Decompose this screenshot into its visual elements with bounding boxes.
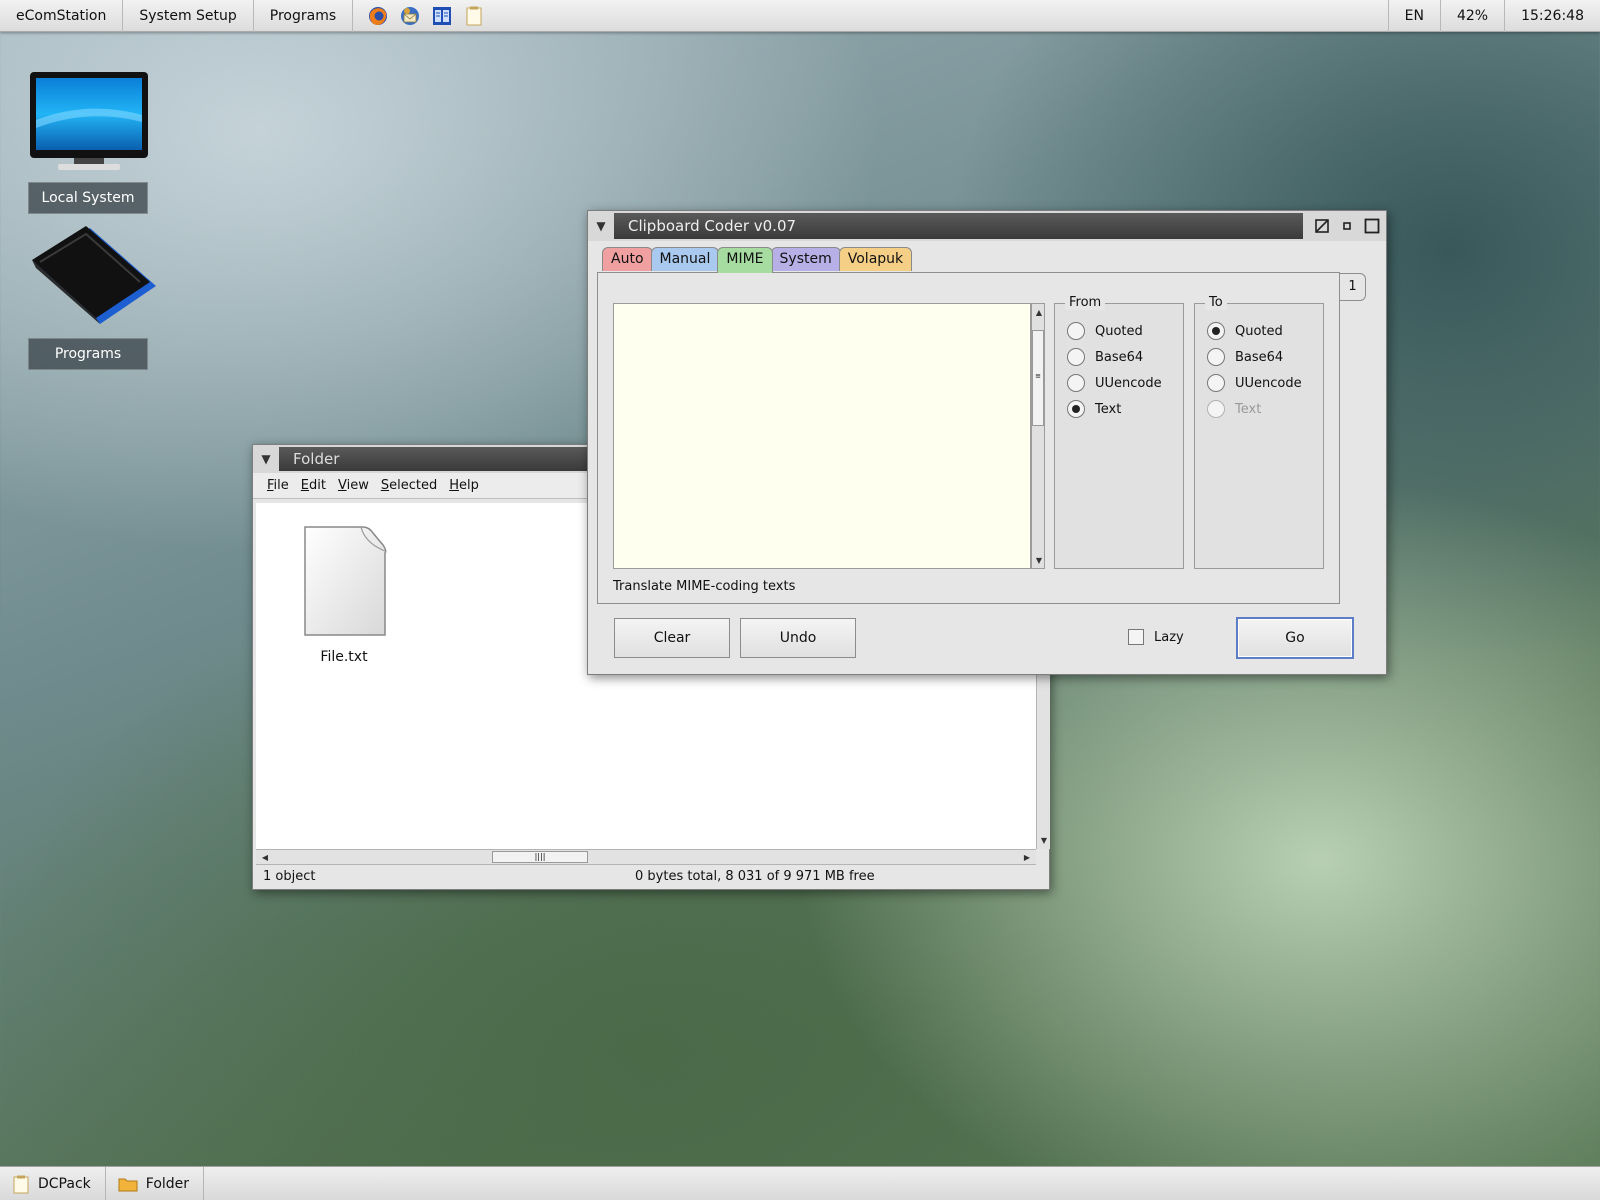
desktop-icon-local-system[interactable]: Local System [28, 70, 150, 214]
monitor-icon [30, 72, 148, 170]
desktop-icon-label: Programs [28, 338, 148, 370]
tab-auto[interactable]: Auto [602, 247, 653, 271]
to-group-label: To [1205, 295, 1227, 310]
tab-system[interactable]: System [770, 247, 841, 271]
file-item[interactable]: File.txt [296, 523, 392, 665]
battery-indicator[interactable]: 42% [1439, 0, 1504, 32]
file-label: File.txt [320, 649, 368, 665]
notepad-icon [13, 1175, 29, 1193]
notepad-icon[interactable] [463, 5, 485, 27]
to-base64-radio[interactable]: Base64 [1207, 344, 1302, 370]
go-button[interactable]: Go [1236, 617, 1354, 659]
text-vertical-scrollbar[interactable]: ▲ ≡ ▼ [1031, 303, 1045, 569]
to-options: Quoted Base64 UUencode Text [1207, 318, 1302, 422]
lazy-label: Lazy [1154, 629, 1184, 645]
top-panel: eComStation System Setup Programs EN 42%… [0, 0, 1600, 32]
from-group-label: From [1065, 295, 1106, 310]
lazy-checkbox[interactable]: Lazy [1128, 629, 1184, 645]
task-label: Folder [145, 1175, 190, 1192]
from-base64-radio[interactable]: Base64 [1067, 344, 1162, 370]
minimize-icon[interactable] [1336, 215, 1358, 237]
restore-icon[interactable] [1311, 215, 1333, 237]
from-options: Quoted Base64 UUencode Text [1067, 318, 1162, 422]
file-manager-icon[interactable] [431, 5, 453, 27]
text-scroll-thumb[interactable]: ≡ [1032, 330, 1044, 426]
task-dcpack[interactable]: DCPack [0, 1166, 106, 1200]
scroll-down-arrow-icon[interactable]: ▼ [1037, 833, 1051, 847]
programs-menu[interactable]: Programs [254, 0, 354, 32]
desktop-icon-label: Local System [28, 182, 148, 214]
page-number-tab[interactable]: 1 [1340, 273, 1366, 301]
undo-button[interactable]: Undo [740, 618, 856, 658]
clipboard-coder-window: ▼ Clipboard Coder v0.07 Auto Manual MIME… [587, 210, 1387, 675]
maximize-icon[interactable] [1361, 215, 1383, 237]
programs-folder-icon [32, 226, 156, 324]
from-quoted-radio[interactable]: Quoted [1067, 318, 1162, 344]
folder-horizontal-scrollbar[interactable]: ◀ |||| ▶ [256, 849, 1036, 865]
menu-file[interactable]: File [261, 478, 295, 493]
to-group: To Quoted Base64 UUencode Text [1194, 295, 1324, 569]
system-setup-menu[interactable]: System Setup [123, 0, 254, 32]
coder-titlebar[interactable]: ▼ Clipboard Coder v0.07 [588, 211, 1386, 241]
task-label: DCPack [38, 1175, 91, 1192]
lazy-checkbox-box[interactable] [1128, 629, 1144, 645]
from-group: From Quoted Base64 UUencode Text [1054, 295, 1184, 569]
scroll-down-arrow-icon[interactable]: ▼ [1032, 553, 1046, 567]
folder-icon [118, 1178, 138, 1191]
language-indicator[interactable]: EN [1387, 0, 1440, 32]
thunderbird-icon[interactable] [399, 5, 421, 27]
coder-tabs: Auto Manual MIME System Volapuk [602, 247, 913, 273]
scroll-left-arrow-icon[interactable]: ◀ [258, 850, 272, 864]
clear-button[interactable]: Clear [614, 618, 730, 658]
mime-tab-page: ▲ ≡ ▼ From Quoted Base64 UUencode Text T… [597, 272, 1340, 604]
desktop-icon-programs[interactable]: Programs [28, 224, 158, 370]
to-text-radio: Text [1207, 396, 1302, 422]
clipboard-text-area[interactable] [613, 303, 1031, 569]
to-uuencode-radio[interactable]: UUencode [1207, 370, 1302, 396]
folder-status-objects: 1 object [263, 869, 316, 884]
task-folder[interactable]: Folder [106, 1166, 205, 1200]
menu-edit[interactable]: Edit [295, 478, 332, 493]
to-quoted-radio[interactable]: Quoted [1207, 318, 1302, 344]
menu-selected[interactable]: Selected [375, 478, 443, 493]
menu-help[interactable]: Help [443, 478, 485, 493]
tab-mime[interactable]: MIME [717, 247, 773, 273]
scroll-right-arrow-icon[interactable]: ▶ [1020, 850, 1034, 864]
tab-volapuk[interactable]: Volapuk [838, 247, 913, 271]
text-file-icon [304, 526, 387, 636]
from-text-radio[interactable]: Text [1067, 396, 1162, 422]
from-uuencode-radio[interactable]: UUencode [1067, 370, 1162, 396]
taskbar: DCPack Folder [0, 1166, 1600, 1200]
coder-window-title: Clipboard Coder v0.07 [614, 213, 1303, 239]
scroll-up-arrow-icon[interactable]: ▲ [1032, 305, 1046, 319]
ecomstation-menu[interactable]: eComStation [0, 0, 124, 32]
mode-description: Translate MIME-coding texts [613, 579, 796, 594]
menu-view[interactable]: View [332, 478, 375, 493]
clock[interactable]: 15:26:48 [1504, 0, 1600, 32]
quick-launch [353, 0, 499, 32]
window-menu-icon[interactable]: ▼ [588, 219, 614, 233]
firefox-icon[interactable] [367, 5, 389, 27]
window-menu-icon[interactable]: ▼ [253, 452, 279, 466]
horizontal-scroll-thumb[interactable]: |||| [492, 851, 588, 863]
tab-manual[interactable]: Manual [650, 247, 720, 271]
folder-status-space: 0 bytes total, 8 031 of 9 971 MB free [635, 869, 875, 884]
